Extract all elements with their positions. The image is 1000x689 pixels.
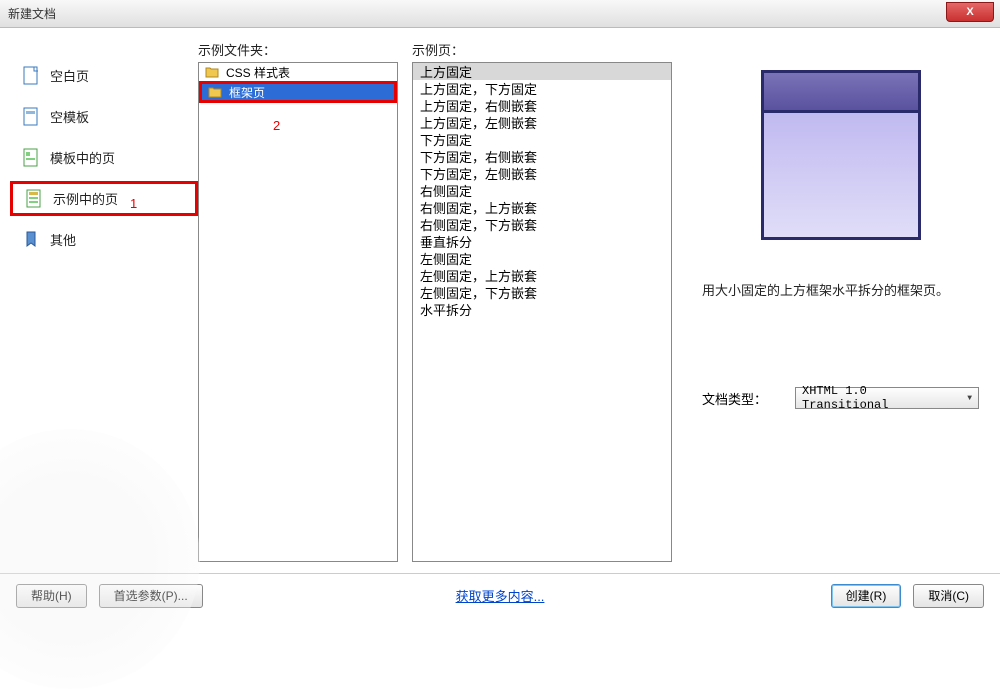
annotation-2: 2: [273, 118, 280, 133]
folder-framesets[interactable]: 框架页: [199, 81, 397, 103]
sample-page-icon: [25, 188, 43, 210]
category-label: 模板中的页: [50, 148, 115, 167]
titlebar: 新建文档 X: [0, 0, 1000, 28]
folder-icon: [208, 86, 222, 98]
category-page-from-template[interactable]: 模板中的页: [10, 140, 198, 175]
pages-header: 示例页：: [412, 40, 672, 59]
footer-center: 获取更多内容...: [456, 586, 545, 605]
preview-description: 用大小固定的上方框架水平拆分的框架页。: [696, 280, 986, 299]
folder-css-styles[interactable]: CSS 样式表: [199, 63, 397, 81]
window-title: 新建文档: [8, 5, 56, 22]
folder-header: 示例文件夹：: [198, 40, 398, 59]
page-item[interactable]: 右侧固定，下方嵌套: [413, 216, 671, 233]
doctype-value: XHTML 1.0 Transitional: [802, 384, 958, 412]
preview-thumbnail: [761, 70, 921, 240]
page-item[interactable]: 上方固定，下方固定: [413, 80, 671, 97]
doctype-label: 文档类型：: [702, 389, 767, 408]
footer-right: 创建(R) 取消(C): [831, 584, 984, 608]
folder-list: CSS 样式表 框架页: [198, 62, 398, 562]
page-item[interactable]: 右侧固定: [413, 182, 671, 199]
preview-bottom-frame: [764, 113, 918, 237]
category-page-from-sample[interactable]: 示例中的页: [10, 181, 198, 216]
folder-label: CSS 样式表: [226, 64, 290, 81]
blank-page-icon: [22, 65, 40, 87]
page-item[interactable]: 下方固定，左侧嵌套: [413, 165, 671, 182]
annotation-1: 1: [130, 196, 137, 211]
category-label: 空模板: [50, 107, 89, 126]
page-item[interactable]: 右侧固定，上方嵌套: [413, 199, 671, 216]
help-button[interactable]: 帮助(H): [16, 584, 87, 608]
category-label: 示例中的页: [53, 189, 118, 208]
page-item[interactable]: 垂直拆分: [413, 233, 671, 250]
page-item[interactable]: 左侧固定，下方嵌套: [413, 284, 671, 301]
other-icon: [22, 229, 40, 251]
category-other[interactable]: 其他: [10, 222, 198, 257]
category-label: 其他: [50, 230, 76, 249]
blank-template-icon: [22, 106, 40, 128]
category-label: 空白页: [50, 66, 89, 85]
close-button[interactable]: X: [946, 2, 994, 22]
page-item[interactable]: 左侧固定，上方嵌套: [413, 267, 671, 284]
folder-icon: [205, 66, 219, 78]
folder-column: 示例文件夹： CSS 样式表 框架页: [198, 40, 398, 573]
page-item[interactable]: 上方固定，左侧嵌套: [413, 114, 671, 131]
page-item[interactable]: 左侧固定: [413, 250, 671, 267]
template-page-icon: [22, 147, 40, 169]
folder-label: 框架页: [229, 84, 265, 101]
preview-top-frame: [764, 73, 918, 113]
category-blank-template[interactable]: 空模板: [10, 99, 198, 134]
page-item[interactable]: 下方固定，右侧嵌套: [413, 148, 671, 165]
page-item[interactable]: 下方固定: [413, 131, 671, 148]
page-item[interactable]: 上方固定: [413, 63, 671, 80]
page-item[interactable]: 水平拆分: [413, 301, 671, 318]
close-icon: X: [966, 6, 973, 18]
footer: 帮助(H) 首选参数(P)... 获取更多内容... 创建(R) 取消(C): [0, 573, 1000, 617]
doctype-select[interactable]: XHTML 1.0 Transitional: [795, 387, 979, 409]
category-blank-page[interactable]: 空白页: [10, 58, 198, 93]
create-button[interactable]: 创建(R): [831, 584, 902, 608]
more-content-link[interactable]: 获取更多内容...: [456, 589, 545, 604]
pages-list: 上方固定 上方固定，下方固定 上方固定，右侧嵌套 上方固定，左侧嵌套 下方固定 …: [412, 62, 672, 562]
footer-left: 帮助(H) 首选参数(P)...: [16, 584, 203, 608]
cancel-button[interactable]: 取消(C): [913, 584, 984, 608]
main-content: 空白页 空模板 模板中的页 示例中的页 其他 1 2: [0, 28, 1000, 573]
preferences-button[interactable]: 首选参数(P)...: [99, 584, 203, 608]
preview-column: 用大小固定的上方框架水平拆分的框架页。 文档类型： XHTML 1.0 Tran…: [672, 40, 986, 573]
doctype-row: 文档类型： XHTML 1.0 Transitional: [696, 387, 986, 409]
page-item[interactable]: 上方固定，右侧嵌套: [413, 97, 671, 114]
pages-column: 示例页： 上方固定 上方固定，下方固定 上方固定，右侧嵌套 上方固定，左侧嵌套 …: [412, 40, 672, 573]
category-column: 空白页 空模板 模板中的页 示例中的页 其他: [10, 40, 198, 573]
